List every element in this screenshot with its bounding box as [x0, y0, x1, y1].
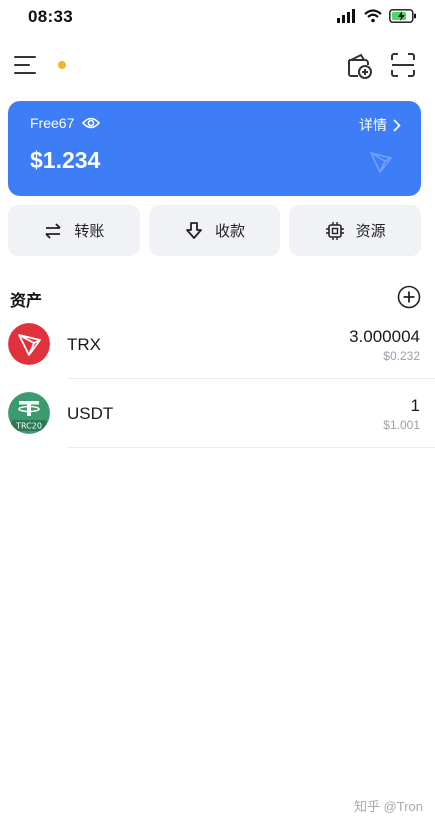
asset-row-usdt[interactable]: TRC20 USDT 1 $1.001 [0, 380, 435, 448]
tron-logo-icon [369, 151, 393, 174]
receive-icon [186, 221, 202, 239]
status-time: 08:33 [28, 7, 73, 26]
asset-fiat-value: $0.232 [383, 349, 420, 363]
eye-icon[interactable] [82, 116, 101, 130]
menu-icon[interactable] [14, 54, 38, 76]
receive-label: 收款 [215, 223, 246, 240]
watermark: 知乎 @Tron [353, 799, 423, 814]
wallet-balance: $1.234 [30, 147, 101, 173]
transfer-label: 转账 [74, 223, 105, 240]
divider [67, 378, 435, 379]
receive-button[interactable]: 收款 [148, 205, 281, 256]
wallet-add-icon[interactable] [345, 52, 373, 80]
resource-button[interactable]: 资源 [289, 205, 422, 256]
details-label: 详情 [359, 117, 387, 133]
wifi-icon [364, 9, 382, 23]
chevron-right-icon [393, 118, 401, 132]
asset-amount: 1 [410, 396, 420, 415]
wallet-name-row: Free67 [30, 115, 101, 131]
resource-label: 资源 [355, 223, 386, 240]
assets-title: 资产 [10, 293, 43, 310]
asset-symbol: TRX [67, 335, 101, 354]
asset-amount: 3.000004 [349, 327, 420, 346]
asset-symbol: USDT [67, 404, 114, 423]
divider [67, 447, 435, 448]
usdt-logo-icon: TRC20 [8, 392, 50, 434]
wallet-card[interactable]: Free67 详情 $1.234 [8, 101, 421, 196]
asset-row-trx[interactable]: TRX 3.000004 $0.232 [0, 311, 435, 379]
transfer-icon [45, 222, 61, 239]
trx-logo-icon [8, 323, 50, 365]
wallet-name: Free67 [30, 115, 75, 131]
trc20-badge: TRC20 [15, 422, 42, 431]
notification-dot [58, 61, 66, 69]
add-asset-icon[interactable] [397, 285, 421, 309]
assets-header: 资产 [0, 283, 435, 311]
scan-icon[interactable] [390, 52, 416, 78]
status-bar: 08:33 [0, 0, 435, 36]
details-link[interactable]: 详情 [359, 115, 401, 135]
resource-chip-icon [325, 221, 344, 240]
action-bar: 转账 收款 资源 [8, 205, 422, 256]
signal-icon [337, 9, 355, 23]
transfer-button[interactable]: 转账 [8, 205, 140, 256]
status-icons [337, 9, 417, 23]
battery-icon [389, 9, 416, 23]
asset-fiat-value: $1.001 [383, 418, 420, 432]
top-bar [0, 44, 435, 88]
